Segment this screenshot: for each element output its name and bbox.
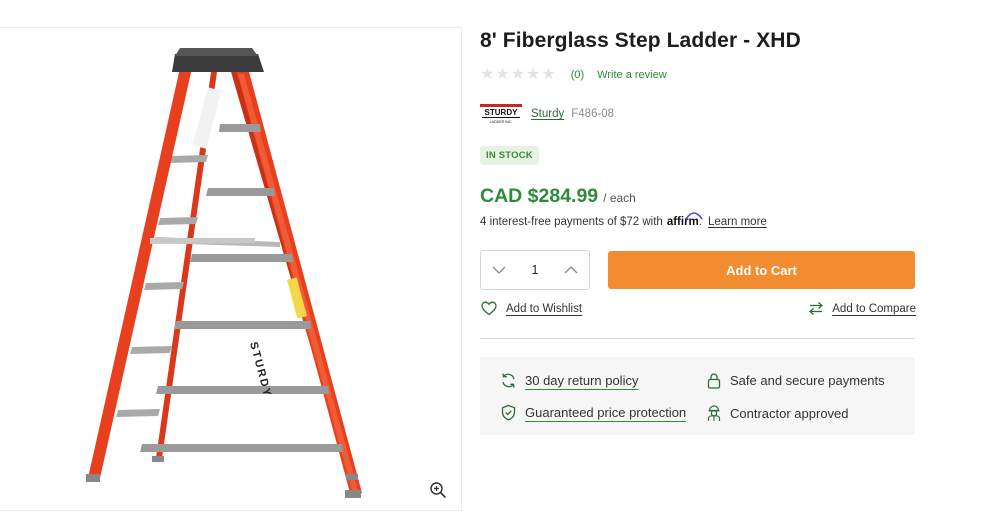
contractor-label: Contractor approved [730, 405, 849, 421]
affirm-financing: 4 interest-free payments of $72 with aff… [480, 212, 767, 228]
zoom-icon[interactable] [428, 480, 448, 500]
write-review-link[interactable]: Write a review [597, 69, 666, 81]
affirm-text: 4 interest-free payments of $72 with [480, 216, 663, 228]
learn-more-link[interactable]: Learn more [708, 216, 767, 228]
rating-row: ★ ★ ★ ★ ★ (0) Write a review [480, 66, 667, 84]
star-icon: ★ [541, 66, 556, 83]
add-to-cart-button[interactable]: Add to Cart [608, 251, 915, 289]
product-image-gallery: STURDY [0, 27, 462, 511]
benefits-panel: 30 day return policy Safe and secure pay… [480, 357, 915, 435]
benefit-return-policy[interactable]: 30 day return policy [500, 372, 638, 389]
wishlist-label: Add to Wishlist [506, 302, 583, 315]
decrement-icon[interactable] [491, 262, 507, 278]
refresh-icon [502, 373, 515, 388]
compare-label: Add to Compare [832, 302, 916, 315]
stock-badge: IN STOCK [480, 146, 539, 165]
quantity-stepper [480, 250, 590, 290]
review-count: (0) [570, 69, 585, 81]
star-icon: ★ [526, 66, 541, 83]
price-protection-link: Guaranteed price protection [525, 405, 687, 420]
return-policy-link: 30 day return policy [525, 373, 639, 388]
benefit-contractor-approved: Contractor approved [706, 404, 849, 422]
star-icon: ★ [480, 66, 495, 83]
add-to-compare-button[interactable]: Add to Compare [808, 301, 916, 316]
product-sku: F486-08 [571, 108, 615, 120]
secure-payments-label: Safe and secure payments [730, 373, 885, 388]
brand-logo-subtext: LADDER INC. [490, 120, 513, 124]
price-row: CAD $284.99 / each [480, 185, 636, 208]
increment-icon[interactable] [563, 262, 579, 278]
brand-logo[interactable]: STURDY LADDER INC. [480, 104, 522, 124]
price-unit: / each [603, 191, 636, 205]
brand-link[interactable]: Sturdy [531, 108, 564, 120]
product-image: STURDY [86, 48, 362, 498]
star-icon: ★ [495, 66, 510, 83]
brand-row: STURDY LADDER INC. Sturdy F486-08 [480, 104, 614, 124]
contractor-icon [707, 405, 721, 421]
brand-logo-text: STURDY [485, 108, 519, 117]
benefit-secure-payments: Safe and secure payments [706, 372, 885, 389]
quantity-input[interactable] [520, 263, 550, 277]
affirm-logo: affirm [667, 212, 703, 228]
heart-icon [481, 301, 497, 316]
product-page: STURDY 8' Fiberglass Step Ladder - XHD ★… [0, 0, 987, 522]
product-price: CAD $284.99 [480, 185, 599, 207]
product-title: 8' Fiberglass Step Ladder - XHD [480, 29, 801, 52]
add-to-wishlist-button[interactable]: Add to Wishlist [481, 301, 582, 316]
divider [480, 338, 915, 339]
shield-check-icon [501, 404, 516, 421]
compare-arrows-icon [809, 302, 824, 315]
lock-icon [707, 373, 721, 389]
star-icon: ★ [510, 66, 526, 83]
star-rating: ★ ★ ★ ★ ★ [480, 67, 556, 83]
benefit-price-protection[interactable]: Guaranteed price protection [500, 404, 686, 421]
